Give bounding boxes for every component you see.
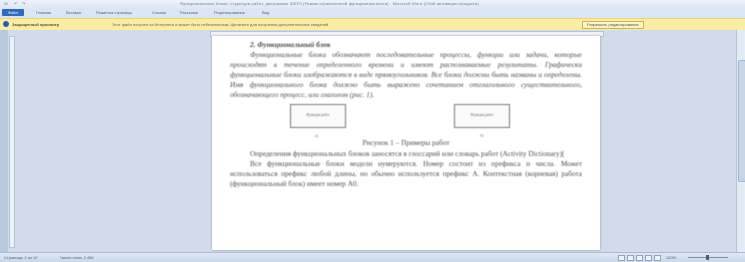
paragraph-glossary: Определения функциональных блоков занося… bbox=[250, 148, 565, 158]
paragraph-numbering: Все функциональные блоки модели нумеруют… bbox=[230, 158, 582, 188]
tab-insert[interactable]: Вставка bbox=[66, 10, 81, 15]
full-screen-view-icon[interactable] bbox=[627, 255, 634, 261]
protected-view-message[interactable]: Этот файл получен из Интернета и может б… bbox=[112, 22, 329, 27]
tab-references[interactable]: Ссылки bbox=[152, 10, 166, 15]
tab-view[interactable]: Вид bbox=[262, 10, 269, 15]
status-word-count[interactable]: Число слов: 2 456 bbox=[60, 255, 94, 260]
draft-view-icon[interactable] bbox=[654, 255, 661, 261]
figure-label-a: а) bbox=[315, 132, 319, 138]
paragraph-definition: Функциональные блоки обозначают последов… bbox=[230, 50, 582, 100]
figure-label-b: б) bbox=[480, 132, 484, 138]
figure-box-left-label: Функция работ bbox=[306, 112, 330, 117]
scrollbar-thumb[interactable] bbox=[738, 60, 745, 182]
tab-mailings[interactable]: Рассылки bbox=[180, 10, 198, 15]
tab-page-layout[interactable]: Разметка страницы bbox=[96, 10, 132, 15]
ribbon-tabs: Файл Главная Вставка Разметка страницы С… bbox=[0, 8, 745, 18]
figure-box-right: Функция работ bbox=[454, 103, 510, 128]
shield-icon bbox=[3, 21, 9, 27]
tab-file[interactable]: Файл bbox=[2, 9, 24, 16]
print-layout-view-icon[interactable] bbox=[618, 255, 625, 261]
document-page[interactable]: 2. Функциональный блок Функциональные бл… bbox=[212, 36, 600, 250]
window-title: Функциональные блоки, структура работ, д… bbox=[180, 1, 479, 6]
figure-examples: Функция работ Функция работ а) б) bbox=[230, 103, 582, 138]
navigation-strip bbox=[0, 30, 8, 252]
zoom-level[interactable]: 120% bbox=[666, 255, 676, 260]
vertical-ruler[interactable] bbox=[9, 36, 15, 248]
outline-view-icon[interactable] bbox=[645, 255, 652, 261]
tab-home[interactable]: Главная bbox=[36, 10, 51, 15]
web-layout-view-icon[interactable] bbox=[636, 255, 643, 261]
section-heading: 2. Функциональный блок bbox=[250, 40, 331, 49]
document-body: 2. Функциональный блок Функциональные бл… bbox=[230, 40, 582, 189]
enable-editing-button[interactable]: Разрешить редактирование bbox=[582, 21, 644, 29]
word-app-icon[interactable]: W bbox=[4, 1, 8, 6]
figure-box-left: Функция работ bbox=[290, 103, 346, 128]
vertical-scrollbar[interactable] bbox=[736, 30, 745, 252]
undo-icon[interactable]: ↶ bbox=[14, 1, 17, 6]
figure-box-right-label: Функция работ bbox=[470, 112, 494, 117]
tab-review[interactable]: Рецензирование bbox=[214, 10, 245, 15]
zoom-slider-thumb[interactable] bbox=[706, 255, 709, 260]
redo-icon[interactable]: ↷ bbox=[22, 1, 25, 6]
figure-caption: Рисунок 1 – Примеры работ bbox=[362, 137, 450, 147]
protected-view-label: Защищенный просмотр bbox=[12, 22, 60, 27]
title-bar: W ↶ ↷ Функциональные блоки, структура ра… bbox=[0, 0, 745, 8]
status-page-count[interactable]: Страница: 2 из 10 bbox=[4, 255, 37, 260]
